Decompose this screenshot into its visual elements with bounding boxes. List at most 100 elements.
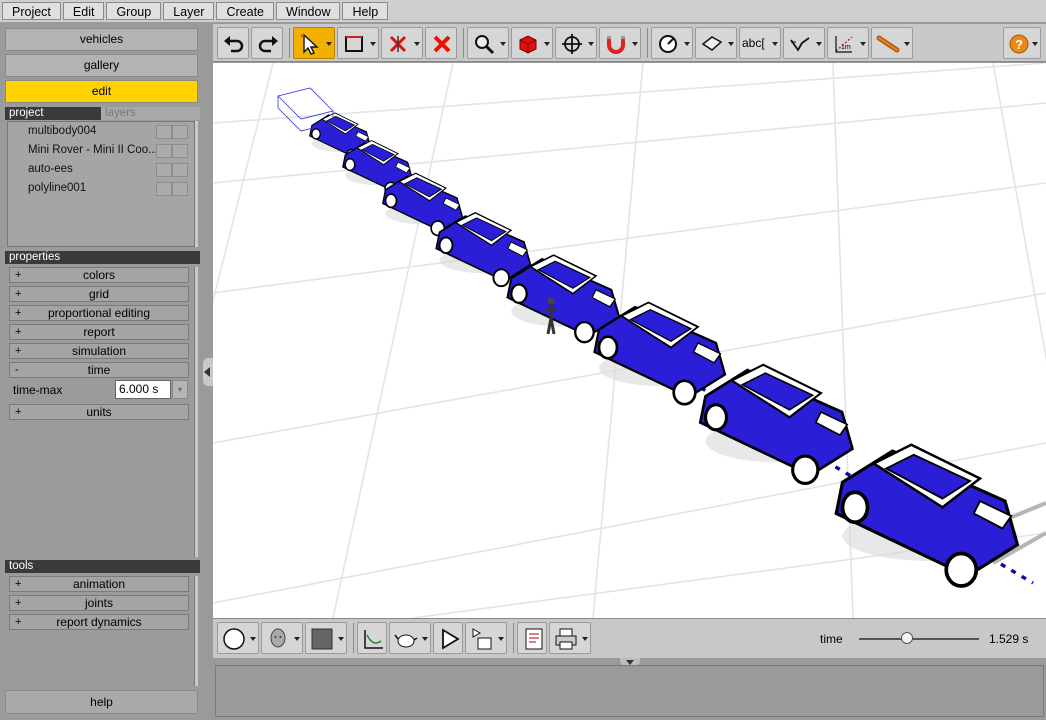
menu-layer[interactable]: Layer — [163, 2, 215, 20]
surface-button[interactable] — [695, 27, 737, 59]
edit-button[interactable]: edit — [5, 80, 198, 103]
item-label: auto-ees — [28, 163, 73, 175]
playback-options-button[interactable] — [465, 622, 507, 654]
prop-group-label: units — [86, 405, 112, 419]
visibility-toggle[interactable] — [156, 144, 172, 158]
expand-icon: + — [15, 326, 22, 338]
simulation-settings-button[interactable] — [389, 622, 431, 654]
tool-group-label: report dynamics — [56, 615, 142, 629]
menu-project[interactable]: Project — [2, 2, 61, 20]
list-item[interactable]: auto-ees — [8, 160, 194, 179]
polyline-button[interactable] — [783, 27, 825, 59]
tab-layers[interactable]: layers — [101, 107, 200, 120]
menu-bar: Project Edit Group Layer Create Window H… — [0, 0, 1046, 22]
sphere-icon — [223, 628, 245, 650]
menu-window[interactable]: Window — [276, 2, 341, 20]
measure-button[interactable]: 1m — [827, 27, 869, 59]
tool-group-joints[interactable]: + joints — [9, 595, 189, 611]
select-arrow-icon — [300, 33, 319, 55]
item-label: Mini Rover - Mini II Coo... — [28, 144, 158, 156]
collapse-panel-handle[interactable] — [203, 358, 213, 386]
item-label: polyline001 — [28, 182, 87, 194]
report-button[interactable] — [517, 622, 547, 654]
graph-button[interactable] — [357, 622, 387, 654]
delete-partial-button[interactable] — [381, 27, 423, 59]
graph-icon — [364, 630, 383, 649]
prop-group-units[interactable]: + units — [9, 404, 189, 420]
time-slider-track[interactable] — [859, 638, 979, 640]
lock-toggle[interactable] — [172, 163, 188, 177]
box-select-button[interactable] — [337, 27, 379, 59]
select-tool-button[interactable] — [293, 27, 335, 59]
print-button[interactable] — [549, 622, 591, 654]
head-icon — [270, 628, 286, 648]
dropdown-arrow-icon — [326, 42, 332, 46]
polyline-icon — [790, 37, 810, 52]
list-item[interactable]: polyline001 — [8, 179, 194, 198]
expand-icon: + — [15, 307, 22, 319]
prop-group-colors[interactable]: + colors — [9, 267, 189, 283]
project-list-scrollbar[interactable] — [194, 121, 198, 247]
menu-create[interactable]: Create — [216, 2, 275, 20]
lock-toggle[interactable] — [172, 144, 188, 158]
3d-viewport[interactable] — [213, 63, 1046, 618]
prop-group-proportional-editing[interactable]: + proportional editing — [9, 305, 189, 321]
lock-toggle[interactable] — [172, 125, 188, 139]
camera-view-button[interactable] — [261, 622, 303, 654]
magnet-icon — [607, 36, 625, 54]
tools-scrollbar[interactable] — [194, 576, 198, 686]
snap-button[interactable] — [599, 27, 641, 59]
rod-joint-button[interactable] — [871, 27, 913, 59]
time-slider-handle[interactable] — [901, 632, 913, 644]
prop-group-label: report — [83, 325, 115, 339]
prop-group-grid[interactable]: + grid — [9, 286, 189, 302]
tool-group-report-dynamics[interactable]: + report dynamics — [9, 614, 189, 630]
expand-icon: + — [15, 288, 22, 300]
text-tool-button[interactable]: abc[ — [739, 27, 781, 59]
zoom-button[interactable] — [467, 27, 509, 59]
menu-edit[interactable]: Edit — [62, 2, 105, 20]
dropdown-arrow-icon — [498, 637, 504, 641]
undo-button[interactable] — [217, 27, 249, 59]
play-button[interactable] — [433, 622, 463, 654]
list-item[interactable]: multibody004 — [8, 122, 194, 141]
help-dropdown-button[interactable]: ? — [1003, 27, 1041, 59]
lock-toggle[interactable] — [172, 182, 188, 196]
text-tool-label: abc[ — [742, 36, 765, 50]
dropdown-arrow-icon — [632, 42, 638, 46]
time-max-spinner[interactable]: ▾ — [172, 380, 188, 399]
menu-group[interactable]: Group — [106, 2, 162, 20]
prop-group-simulation[interactable]: + simulation — [9, 343, 189, 359]
time-max-row: time-max 6.000 s ▾ — [9, 379, 189, 401]
tool-group-animation[interactable]: + animation — [9, 576, 189, 592]
help-circle-icon: ? — [1009, 34, 1029, 54]
render-sphere-button[interactable] — [217, 622, 259, 654]
dropdown-arrow-icon — [422, 637, 428, 641]
redo-button[interactable] — [251, 27, 283, 59]
menu-help[interactable]: Help — [342, 2, 389, 20]
dropdown-arrow-icon — [338, 637, 344, 641]
expand-icon: + — [15, 578, 22, 590]
time-max-input[interactable]: 6.000 s — [115, 380, 171, 399]
create-primitive-button[interactable] — [511, 27, 553, 59]
project-list: multibody004 Mini Rover - Mini II Coo...… — [7, 121, 195, 247]
gallery-button[interactable]: gallery — [5, 54, 198, 77]
list-item[interactable]: Mini Rover - Mini II Coo... — [8, 141, 194, 160]
help-button[interactable]: help — [5, 690, 198, 714]
visibility-toggle[interactable] — [156, 163, 172, 177]
rotate-button[interactable] — [651, 27, 693, 59]
dropdown-arrow-icon — [500, 42, 506, 46]
time-value: 1.529 s — [989, 632, 1029, 646]
tab-project[interactable]: project — [5, 107, 101, 120]
background-color-button[interactable] — [305, 622, 347, 654]
prop-group-report[interactable]: + report — [9, 324, 189, 340]
delete-button[interactable] — [425, 27, 457, 59]
prop-group-time[interactable]: - time — [9, 362, 189, 378]
properties-scrollbar[interactable] — [194, 267, 198, 557]
visibility-toggle[interactable] — [156, 182, 172, 196]
delete-x-icon — [433, 35, 451, 53]
visibility-toggle[interactable] — [156, 125, 172, 139]
move-button[interactable] — [555, 27, 597, 59]
vehicles-button[interactable]: vehicles — [5, 28, 198, 51]
scene-canvas — [213, 63, 1046, 618]
